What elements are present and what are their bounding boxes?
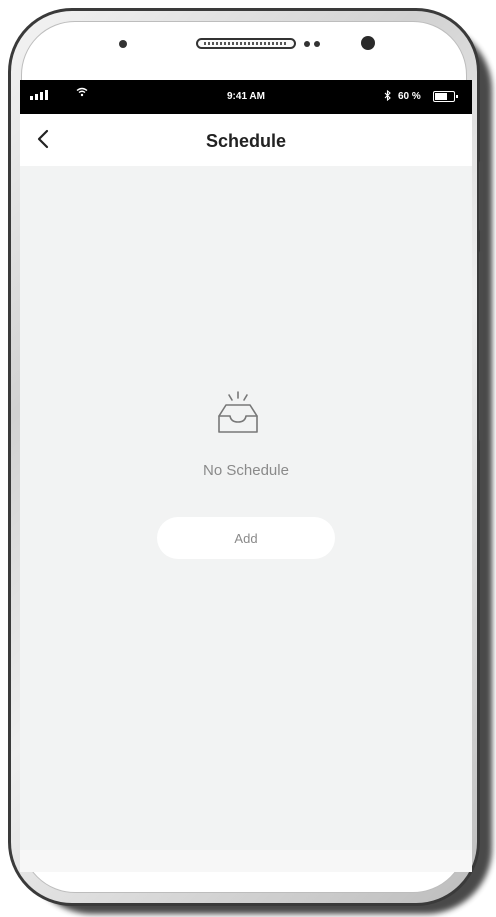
power-button [479, 251, 483, 441]
earpiece-speaker [196, 38, 296, 49]
volume-button [479, 161, 483, 231]
proximity-sensor [119, 40, 127, 48]
navigation-bar: Schedule [20, 114, 472, 166]
sensor-dot [304, 41, 310, 47]
sensor-dot [314, 41, 320, 47]
bluetooth-icon [384, 89, 391, 104]
empty-state-message: No Schedule [203, 462, 289, 479]
battery-percent: 60 % [398, 91, 421, 102]
status-bar: 9:41 AM 60 % [20, 80, 472, 114]
empty-inbox-icon [218, 391, 258, 433]
add-schedule-button[interactable]: Add [157, 517, 335, 559]
bottom-safe-area [20, 850, 472, 872]
battery-icon [433, 91, 458, 102]
app-screen: 9:41 AM 60 % Schedule No Schedule Add [20, 80, 472, 870]
page-title: Schedule [205, 131, 287, 151]
front-camera [361, 36, 375, 50]
